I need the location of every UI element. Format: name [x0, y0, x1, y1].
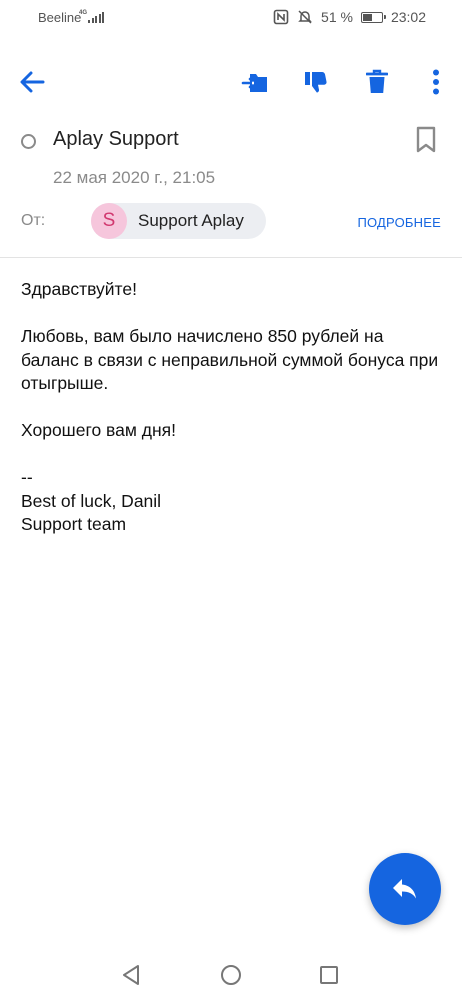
thumbs-down-icon	[305, 72, 327, 93]
status-bar: Beeline 4G 51 % 23:02	[0, 0, 462, 36]
sender-chip[interactable]: S Support Aplay	[91, 203, 266, 239]
move-to-folder-button[interactable]	[237, 64, 273, 100]
more-options-button[interactable]	[418, 64, 454, 100]
move-to-folder-icon	[241, 74, 267, 92]
square-recents-icon	[320, 966, 338, 984]
clock: 23:02	[390, 9, 426, 25]
signal-icon	[88, 11, 104, 23]
delete-button[interactable]	[359, 64, 395, 100]
sender-name: Support Aplay	[138, 211, 244, 230]
body-paragraph: Любовь, вам было начислено 850 рублей на…	[21, 326, 439, 393]
battery-icon	[360, 11, 386, 23]
arrow-left-icon	[20, 71, 45, 93]
bell-off-icon	[297, 9, 313, 25]
reply-button[interactable]	[369, 853, 441, 925]
nav-home-button[interactable]	[219, 963, 243, 987]
bookmark-icon	[416, 126, 436, 153]
network-type: 4G	[79, 10, 88, 16]
triangle-back-icon	[123, 965, 139, 985]
back-button[interactable]	[14, 64, 50, 100]
battery-percent: 51 %	[321, 9, 353, 25]
spam-button[interactable]	[297, 64, 333, 100]
signature-line: Support team	[21, 514, 127, 534]
email-body: Здравствуйте! Любовь, вам было начислено…	[21, 278, 441, 537]
more-vertical-icon	[433, 69, 439, 95]
body-greeting: Здравствуйте!	[21, 279, 137, 299]
nav-back-button[interactable]	[119, 963, 143, 987]
unread-indicator[interactable]	[21, 134, 36, 149]
system-nav-bar	[0, 955, 462, 995]
avatar: S	[91, 203, 127, 239]
trash-icon	[366, 69, 388, 93]
signature-line: Best of luck, Danil	[21, 490, 162, 511]
body-wish: Хорошего вам дня!	[21, 420, 176, 440]
header-divider	[0, 257, 462, 258]
from-label: От:	[21, 212, 46, 229]
carrier-name: Beeline	[38, 10, 82, 25]
top-toolbar	[0, 56, 462, 108]
signature-separator: --	[21, 467, 33, 487]
reply-icon	[393, 879, 416, 899]
nfc-icon	[273, 9, 289, 25]
email-subject: Aplay Support	[53, 128, 179, 150]
details-link[interactable]: ПОДРОБНЕЕ	[357, 215, 441, 230]
bookmark-button[interactable]	[415, 126, 437, 159]
circle-home-icon	[221, 965, 241, 985]
email-date: 22 мая 2020 г., 21:05	[53, 168, 216, 187]
nav-recents-button[interactable]	[317, 963, 341, 987]
status-icons: 51 % 23:02	[273, 9, 426, 25]
